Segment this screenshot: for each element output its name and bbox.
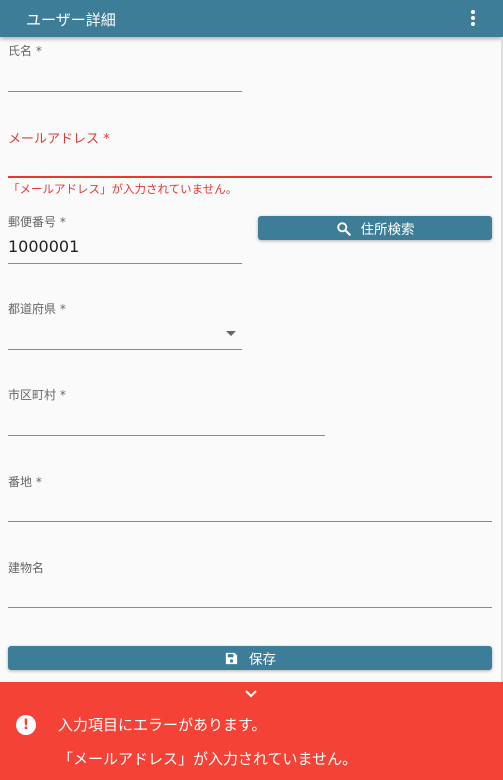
city-field[interactable]: 市区町村 * [8,386,325,436]
snackbar-message: 「メールアドレス」が入力されていません。 [58,750,358,768]
chevron-down-icon[interactable] [244,688,258,698]
address-search-button[interactable]: 住所検索 [258,216,492,240]
postal-code-field[interactable]: 郵便番号 * 1000001 [8,213,242,264]
postal-code-label: 郵便番号 * [8,215,66,229]
street-field[interactable]: 番地 * [8,473,492,522]
name-label: 氏名 * [8,44,42,58]
address-search-label: 住所検索 [360,222,415,238]
building-input[interactable] [8,584,492,608]
email-input[interactable] [8,154,492,178]
city-input[interactable] [8,412,325,436]
prefecture-value[interactable] [8,326,242,350]
more-vert-icon[interactable] [469,10,477,28]
snackbar-title: 入力項目にエラーがあります。 [58,716,267,734]
building-label: 建物名 [8,561,45,575]
street-input[interactable] [8,498,492,522]
app-bar: ユーザー詳細 [0,0,503,37]
building-field[interactable]: 建物名 [8,559,492,608]
error-icon: ! [16,715,36,735]
name-field[interactable]: 氏名 * [8,42,242,92]
page-title: ユーザー詳細 [26,11,116,29]
search-icon [336,221,351,236]
save-label: 保存 [249,652,276,668]
city-label: 市区町村 * [8,388,66,402]
postal-code-input[interactable]: 1000001 [8,237,242,264]
email-label: メールアドレス * [8,132,110,147]
save-icon [225,652,238,664]
error-snackbar: ! 入力項目にエラーがあります。 「メールアドレス」が入力されていません。 [0,682,503,780]
street-label: 番地 * [8,475,42,489]
prefecture-select[interactable]: 都道府県 * [8,300,242,350]
email-field[interactable]: メールアドレス * [8,128,492,178]
prefecture-label: 都道府県 * [8,302,66,316]
dropdown-arrow-icon[interactable] [226,331,236,336]
save-button[interactable]: 保存 [8,646,492,670]
name-input[interactable] [8,68,242,92]
email-error-text: 「メールアドレス」が入力されていません。 [8,182,238,196]
